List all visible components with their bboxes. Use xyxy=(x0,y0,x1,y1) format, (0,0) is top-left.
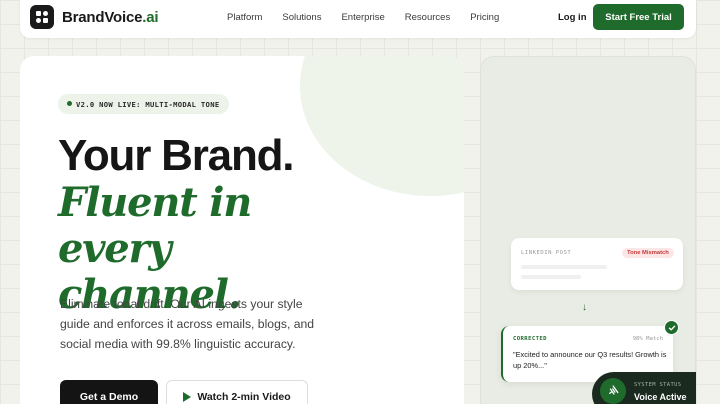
nav-links: Platform Solutions Enterprise Resources … xyxy=(227,12,519,23)
nav-link-resources[interactable]: Resources xyxy=(405,12,450,23)
system-status-value: Voice Active xyxy=(634,392,687,402)
top-navbar: BrandVoice.ai Platform Solutions Enterpr… xyxy=(20,0,696,38)
nav-link-platform[interactable]: Platform xyxy=(227,12,262,23)
play-icon xyxy=(183,392,192,402)
badge-dot-icon xyxy=(67,101,72,106)
nav-link-solutions[interactable]: Solutions xyxy=(282,12,321,23)
hero-title: Your Brand. xyxy=(58,131,295,180)
linkedin-post-card: LINKEDIN POST Tone Mismatch xyxy=(511,238,683,290)
match-score: 98% Match xyxy=(632,336,663,342)
arrow-down-icon: ↓ xyxy=(582,302,587,313)
release-badge-text: V2.0 NOW LIVE: MULTI-MODAL TONE xyxy=(76,99,220,109)
hero-decorative-blob xyxy=(300,56,464,196)
get-demo-button[interactable]: Get a Demo xyxy=(60,380,158,404)
nav-link-enterprise[interactable]: Enterprise xyxy=(341,12,384,23)
corrected-quote: "Excited to announce our Q3 results! Gro… xyxy=(513,350,667,370)
linkedin-post-label: LINKEDIN POST xyxy=(521,250,572,256)
placeholder-line xyxy=(521,275,581,279)
watch-video-label: Watch 2-min Video xyxy=(197,391,291,403)
logo-mark-icon[interactable] xyxy=(30,5,54,29)
waveform-icon xyxy=(600,378,626,404)
release-badge: V2.0 NOW LIVE: MULTI-MODAL TONE xyxy=(58,94,230,114)
nav-link-pricing[interactable]: Pricing xyxy=(470,12,499,23)
hero-subtitle: Eliminate tonal drift. Our AI ingests yo… xyxy=(60,297,315,351)
start-free-trial-button[interactable]: Start Free Trial xyxy=(593,4,684,30)
system-status-caption: SYSTEM STATUS xyxy=(634,382,682,388)
watch-video-button[interactable]: Watch 2-min Video xyxy=(166,380,308,404)
brand-name[interactable]: BrandVoice.ai xyxy=(62,9,159,26)
corrected-label: CORRECTED xyxy=(513,336,547,342)
login-link[interactable]: Log in xyxy=(558,12,587,23)
hero-card: V2.0 NOW LIVE: MULTI-MODAL TONE Your Bra… xyxy=(20,56,464,404)
tone-mismatch-badge: Tone Mismatch xyxy=(622,248,674,258)
placeholder-line xyxy=(521,265,607,269)
check-icon xyxy=(664,320,679,335)
